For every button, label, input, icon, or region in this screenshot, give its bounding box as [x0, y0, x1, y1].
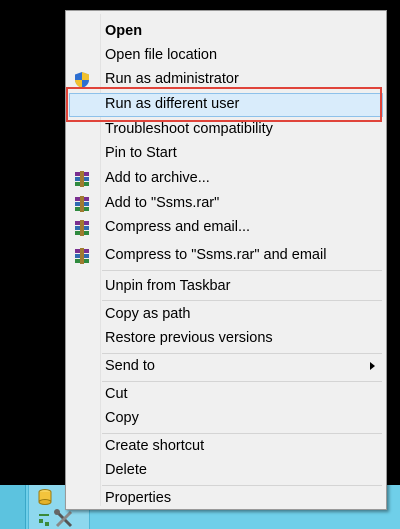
winrar-icon [75, 171, 89, 187]
menu-separator [102, 300, 382, 301]
menu-item-copy[interactable]: Copy [69, 407, 383, 431]
menu-item-label: Unpin from Taskbar [105, 278, 231, 294]
menu-separator [102, 485, 382, 486]
menu-item-label: Run as administrator [105, 71, 239, 87]
menu-item-send-to[interactable]: Send to [69, 355, 383, 379]
menu-item-label: Send to [105, 358, 155, 374]
annotation-highlight-box [66, 87, 382, 122]
menu-separator [102, 433, 382, 434]
menu-item-unpin-from-taskbar[interactable]: Unpin from Taskbar [69, 275, 383, 299]
menu-item-compress-to-ssms-rar-and-email[interactable]: Compress to "Ssms.rar" and email [69, 244, 383, 268]
menu-item-label: Create shortcut [105, 438, 205, 454]
menu-item-compress-and-email[interactable]: Compress and email... [69, 216, 383, 240]
menu-item-label: Restore previous versions [105, 330, 273, 346]
menu-item-label: Troubleshoot compatibility [105, 121, 273, 137]
menu-item-cut[interactable]: Cut [69, 383, 383, 407]
menu-item-label: Add to "Ssms.rar" [105, 195, 220, 211]
menu-item-label: Open file location [105, 47, 218, 63]
menu-separator [102, 270, 382, 271]
winrar-icon [75, 248, 89, 264]
menu-item-label: Pin to Start [105, 145, 177, 161]
menu-item-label: Compress and email... [105, 219, 251, 235]
menu-item-label: Cut [105, 386, 128, 402]
menu-item-label: Delete [105, 462, 147, 478]
menu-item-add-to-ssms-rar[interactable]: Add to "Ssms.rar" [69, 192, 383, 216]
menu-separator [102, 353, 382, 354]
menu-item-open[interactable]: Open [69, 20, 383, 44]
menu-item-label: Open [105, 23, 143, 39]
menu-item-add-to-archive[interactable]: Add to archive... [69, 167, 383, 191]
menu-item-label: Copy as path [105, 306, 191, 322]
menu-item-pin-to-start[interactable]: Pin to Start [69, 142, 383, 166]
menu-item-create-shortcut[interactable]: Create shortcut [69, 435, 383, 459]
menu-item-delete[interactable]: Delete [69, 459, 383, 483]
winrar-icon [75, 196, 89, 212]
menu-item-label: Compress to "Ssms.rar" and email [105, 247, 327, 263]
menu-item-open-file-location[interactable]: Open file location [69, 44, 383, 68]
menu-item-label: Add to archive... [105, 170, 210, 186]
menu-separator [102, 381, 382, 382]
menu-item-restore-previous-versions[interactable]: Restore previous versions [69, 327, 383, 351]
submenu-arrow-icon [370, 362, 375, 370]
winrar-icon [75, 220, 89, 236]
menu-item-label: Properties [105, 490, 172, 506]
tools-icon [39, 509, 73, 528]
menu-item-properties[interactable]: Properties [69, 487, 383, 511]
menu-item-copy-as-path[interactable]: Copy as path [69, 303, 383, 327]
menu-item-label: Copy [105, 410, 139, 426]
taskbar-left-button[interactable] [0, 485, 26, 529]
context-menu: Open Open file location Run as administr… [65, 10, 387, 510]
